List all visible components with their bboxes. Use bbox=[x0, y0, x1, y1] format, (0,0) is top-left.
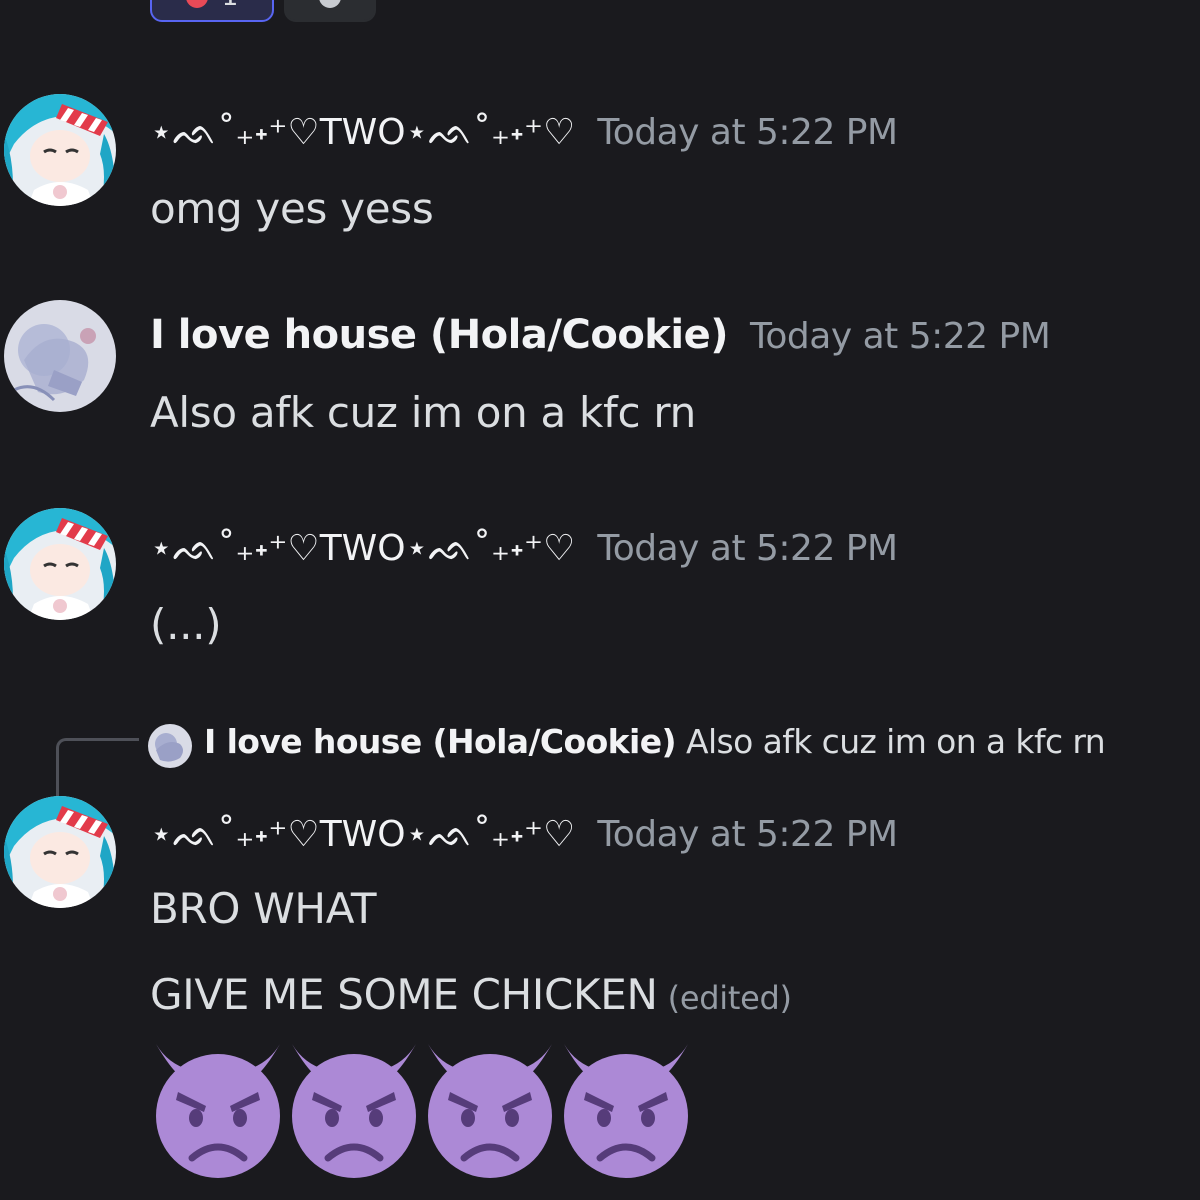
message-text: omg yes yess bbox=[150, 184, 434, 233]
timestamp[interactable]: Today at 5:22 PM bbox=[597, 814, 898, 855]
reply-preview: I love house (Hola/Cookie) Also afk cuz i… bbox=[204, 722, 1106, 761]
reaction-count: 1 bbox=[222, 0, 239, 12]
message-text: GIVE ME SOME CHICKEN bbox=[150, 970, 658, 1019]
reply-author[interactable]: I love house (Hola/Cookie) bbox=[204, 722, 677, 761]
sketch-avatar-icon bbox=[4, 300, 116, 412]
anime-girl-avatar-icon bbox=[4, 508, 116, 620]
avatar[interactable] bbox=[4, 300, 116, 412]
username[interactable]: ⋆ᨒ˚₊˖⁺♡TWO⋆ᨒ˚₊˖⁺♡ bbox=[150, 112, 575, 154]
reply-avatar[interactable] bbox=[148, 724, 192, 768]
username[interactable]: ⋆ᨒ˚₊˖⁺♡TWO⋆ᨒ˚₊˖⁺♡ bbox=[150, 814, 575, 856]
avatar[interactable] bbox=[4, 508, 116, 620]
angry-devil-icon[interactable] bbox=[422, 1040, 558, 1180]
angry-devil-icon[interactable] bbox=[150, 1040, 286, 1180]
message-header: I love house (Hola/Cookie) Today at 5:22… bbox=[150, 312, 1051, 358]
anime-girl-avatar-icon bbox=[4, 94, 116, 206]
timestamp[interactable]: Today at 5:22 PM bbox=[597, 528, 898, 569]
angry-devil-icon[interactable] bbox=[558, 1040, 694, 1180]
add-reaction-button[interactable] bbox=[284, 0, 376, 22]
message-text: BRO WHAT bbox=[150, 884, 377, 933]
message-text: Also afk cuz im on a kfc rn bbox=[150, 388, 696, 437]
message-text: (...) bbox=[150, 600, 222, 649]
add-reaction-icon bbox=[319, 0, 341, 8]
chat-message-list: 1 ⋆ᨒ˚₊˖⁺♡TWO⋆ᨒ˚₊˖⁺♡ Today at bbox=[0, 0, 1200, 1200]
avatar[interactable] bbox=[4, 796, 116, 908]
sketch-avatar-icon bbox=[148, 724, 192, 768]
emoji-row bbox=[150, 1040, 694, 1180]
timestamp[interactable]: Today at 5:22 PM bbox=[750, 316, 1051, 357]
username[interactable]: ⋆ᨒ˚₊˖⁺♡TWO⋆ᨒ˚₊˖⁺♡ bbox=[150, 528, 575, 570]
avatar[interactable] bbox=[4, 94, 116, 206]
angry-devil-icon[interactable] bbox=[286, 1040, 422, 1180]
message-header: ⋆ᨒ˚₊˖⁺♡TWO⋆ᨒ˚₊˖⁺♡ Today at 5:22 PM bbox=[150, 814, 898, 856]
message-header: ⋆ᨒ˚₊˖⁺♡TWO⋆ᨒ˚₊˖⁺♡ Today at 5:22 PM bbox=[150, 112, 898, 154]
reply-spine bbox=[56, 738, 139, 803]
heart-reaction[interactable]: 1 bbox=[150, 0, 274, 22]
timestamp[interactable]: Today at 5:22 PM bbox=[597, 112, 898, 153]
edited-label: (edited) bbox=[667, 979, 792, 1017]
username[interactable]: I love house (Hola/Cookie) bbox=[150, 312, 729, 358]
message-header: ⋆ᨒ˚₊˖⁺♡TWO⋆ᨒ˚₊˖⁺♡ Today at 5:22 PM bbox=[150, 528, 898, 570]
heart-icon bbox=[185, 0, 208, 8]
reaction-bar: 1 bbox=[150, 0, 376, 22]
message-text-line: GIVE ME SOME CHICKEN (edited) bbox=[150, 970, 792, 1019]
reply-reference[interactable]: I love house (Hola/Cookie) Also afk cuz i… bbox=[0, 716, 1200, 803]
reply-content[interactable]: Also afk cuz im on a kfc rn bbox=[686, 722, 1106, 761]
anime-girl-avatar-icon bbox=[4, 796, 116, 908]
